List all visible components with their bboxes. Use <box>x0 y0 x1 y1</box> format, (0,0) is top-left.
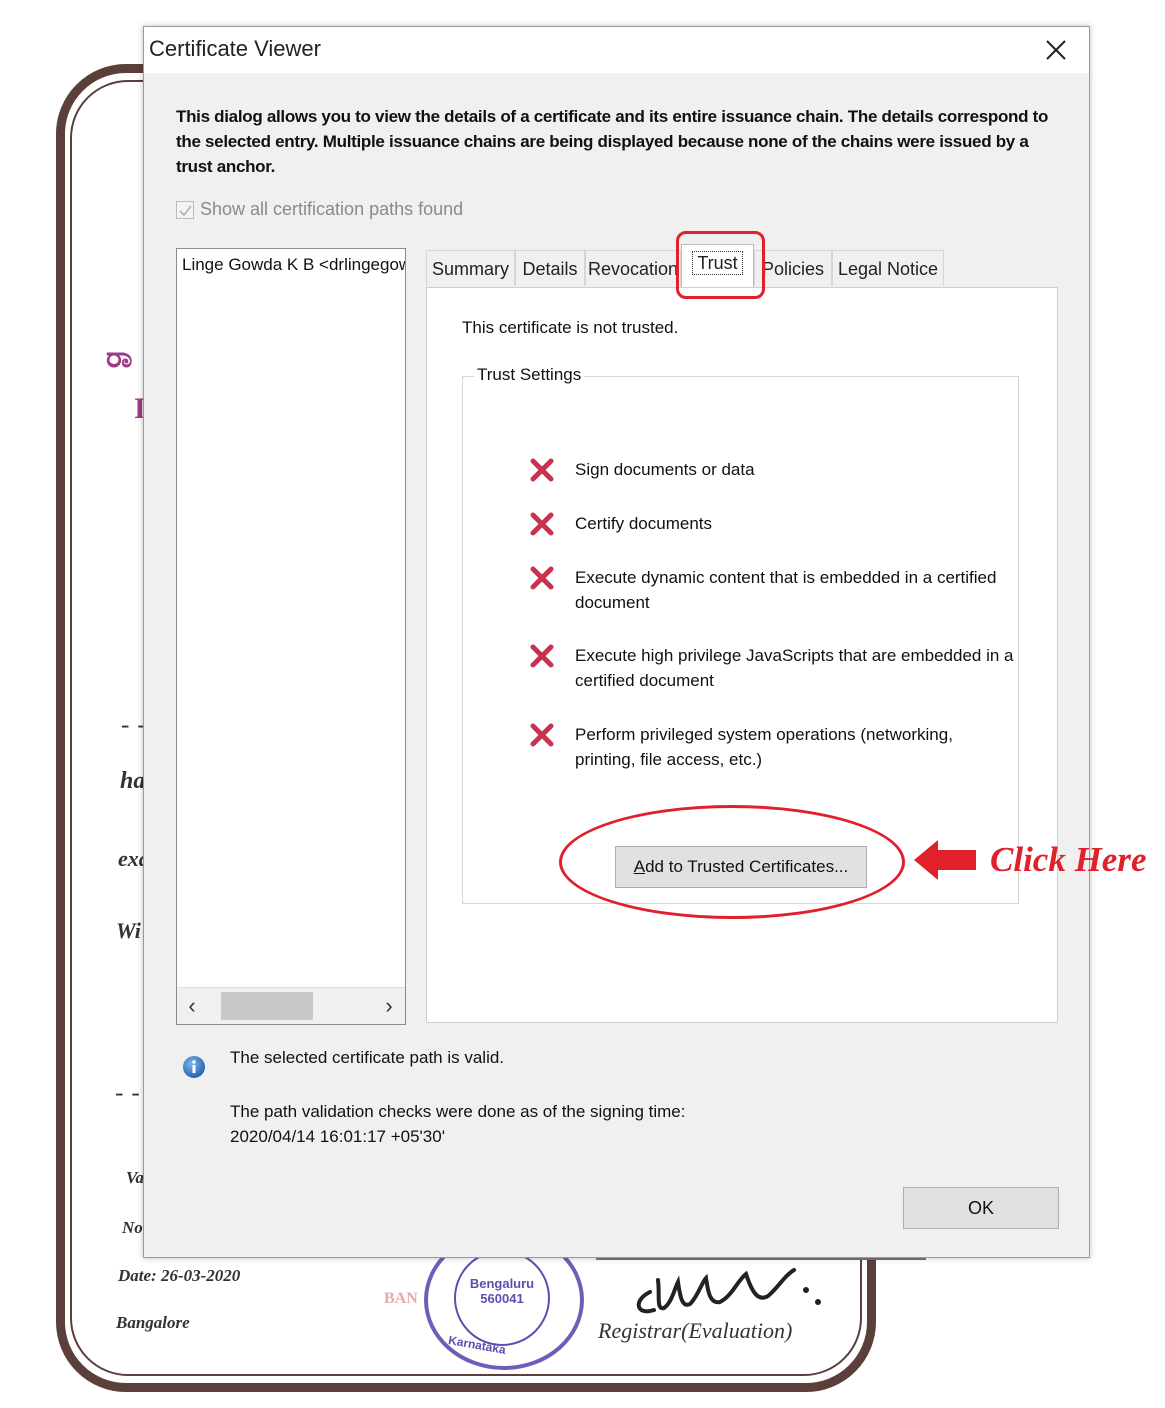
trust-status: This certificate is not trusted. <box>462 318 679 337</box>
denied-icon <box>530 566 554 590</box>
certificate-viewer-dialog: Certificate Viewer This dialog allows yo… <box>143 26 1090 1258</box>
document-text-fragment: No <box>122 1218 143 1237</box>
checkmark-icon <box>179 205 192 216</box>
close-icon[interactable] <box>1039 33 1073 67</box>
show-all-paths-checkbox[interactable] <box>176 200 194 219</box>
click-here-annotation: Click Here <box>990 840 1147 879</box>
validation-time-message: The path validation checks were done as … <box>230 1099 686 1149</box>
tree-item-certificate[interactable]: Linge Gowda K B <drlingegowda <box>182 255 405 275</box>
permission-item: Execute high privilege JavaScripts that … <box>529 643 1015 693</box>
dialog-titlebar: Certificate Viewer <box>144 27 1089 73</box>
permission-item: Certify documents <box>529 511 1015 537</box>
trust-tab-highlight <box>676 231 765 299</box>
document-text-fragment: ha <box>120 768 146 794</box>
left-arrow-icon <box>914 840 976 880</box>
dialog-description: This dialog allows you to view the detai… <box>176 107 1049 176</box>
permission-item: Execute dynamic content that is embedded… <box>529 565 1015 615</box>
tab-revocation[interactable]: Revocation <box>585 250 681 286</box>
document-place: Bangalore <box>116 1313 190 1332</box>
scroll-left-icon[interactable]: ‹ <box>180 992 204 1020</box>
denied-icon <box>530 512 554 536</box>
trust-settings-title: Trust Settings <box>474 365 585 385</box>
tab-summary[interactable]: Summary <box>426 250 515 286</box>
permission-label: Execute high privilege JavaScripts that … <box>575 646 1014 690</box>
permission-item: Perform privileged system operations (ne… <box>529 722 1015 772</box>
document-kannada-heading: ರಾ <box>106 340 133 375</box>
validation-time-value: 2020/04/14 16:01:17 +05'30' <box>230 1127 445 1146</box>
info-icon <box>183 1056 205 1078</box>
document-date: Date: 26-03-2020 <box>118 1266 241 1285</box>
horizontal-scrollbar[interactable]: ‹ › <box>177 987 405 1024</box>
certificate-path-tree[interactable]: Linge Gowda K B <drlingegowda ‹ › <box>176 248 406 1025</box>
tab-details[interactable]: Details <box>515 250 585 286</box>
denied-icon <box>530 644 554 668</box>
denied-icon <box>530 723 554 747</box>
registrar-signature <box>636 1268 821 1314</box>
show-all-paths-label: Show all certification paths found <box>200 199 464 219</box>
ok-button[interactable]: OK <box>903 1187 1059 1229</box>
tab-policies[interactable]: Policies <box>754 250 832 286</box>
scrollbar-thumb[interactable] <box>221 992 313 1020</box>
tab-legal-notice[interactable]: Legal Notice <box>832 250 944 286</box>
denied-icon <box>530 458 554 482</box>
document-dash-line: -- <box>112 1082 145 1109</box>
document-text-fragment: Wi <box>116 918 141 943</box>
permission-label: Execute dynamic content that is embedded… <box>575 568 997 612</box>
seal-center-text: Bengaluru 560041 <box>454 1250 550 1346</box>
registrar-title: Registrar(Evaluation) <box>598 1318 793 1343</box>
show-all-paths-row: Show all certification paths found <box>176 199 463 220</box>
path-valid-message: The selected certificate path is valid. <box>230 1048 505 1067</box>
permission-label: Perform privileged system operations (ne… <box>575 725 953 769</box>
dialog-title: Certificate Viewer <box>149 36 321 61</box>
permission-item: Sign documents or data <box>529 457 1015 483</box>
document-text-fragment: Va <box>126 1168 144 1187</box>
permission-label: Certify documents <box>575 514 712 533</box>
add-button-highlight <box>559 805 905 919</box>
permission-label: Sign documents or data <box>575 460 755 479</box>
validation-time-label: The path validation checks were done as … <box>230 1102 686 1121</box>
scroll-right-icon[interactable]: › <box>377 992 401 1020</box>
seal-side-text: BAN <box>384 1290 418 1307</box>
